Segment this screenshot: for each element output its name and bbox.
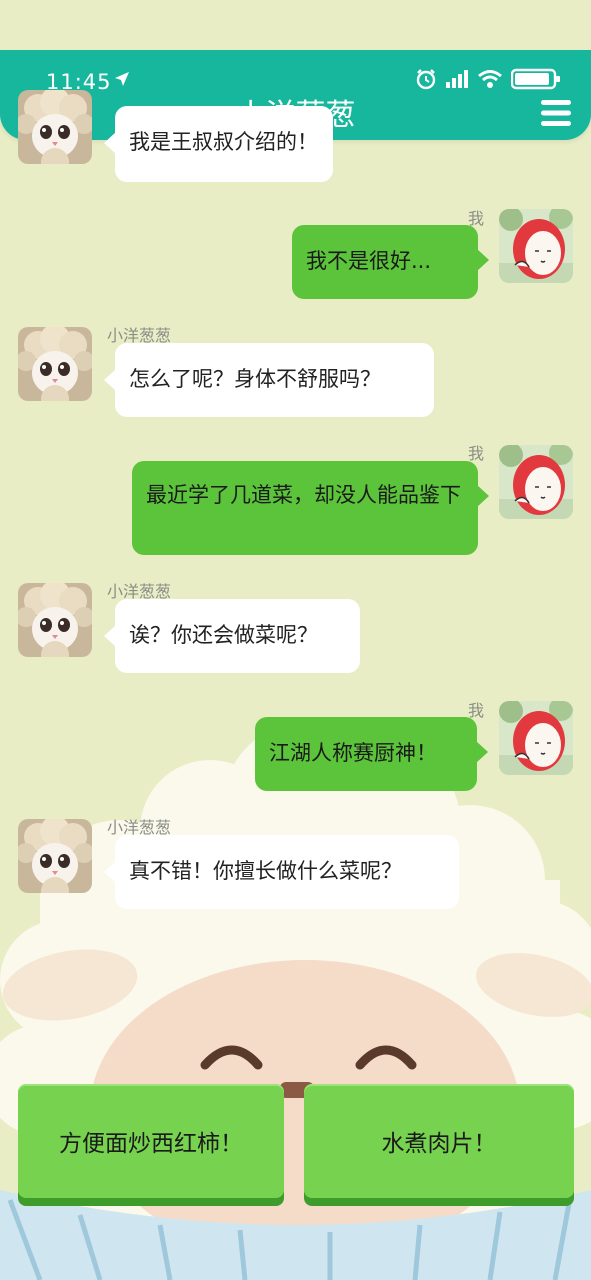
wifi-icon bbox=[478, 70, 502, 88]
my-avatar[interactable] bbox=[499, 701, 573, 775]
my-avatar[interactable] bbox=[499, 445, 573, 519]
reply-option-label: 方便面炒西红柿！ bbox=[59, 1131, 243, 1157]
message-text: 怎么了呢？身体不舒服吗？ bbox=[129, 367, 381, 391]
contact-avatar[interactable] bbox=[18, 90, 92, 164]
message-bubble-received: 真不错！你擅长做什么菜呢？ bbox=[104, 835, 459, 909]
message-bubble-received: 怎么了呢？身体不舒服吗？ bbox=[104, 343, 434, 417]
battery-icon bbox=[511, 68, 560, 90]
reply-option-button[interactable]: 水煮肉片！ bbox=[304, 1084, 574, 1198]
message-text: 诶？你还会做菜呢？ bbox=[129, 623, 318, 647]
message-text: 真不错！你擅长做什么菜呢？ bbox=[129, 859, 402, 883]
message-text: 最近学了几道菜，却没人能品鉴下 bbox=[146, 483, 461, 507]
message-bubble-sent: 江湖人称赛厨神！ bbox=[255, 717, 488, 791]
message-bubble-received: 我是王叔叔介绍的！ bbox=[104, 106, 333, 182]
status-icons bbox=[415, 68, 561, 90]
message-bubble-sent: 我不是很好... bbox=[292, 225, 489, 299]
message-bubble-received: 诶？你还会做菜呢？ bbox=[104, 599, 360, 673]
message-text: 我是王叔叔介绍的！ bbox=[129, 130, 318, 154]
location-arrow-icon bbox=[115, 72, 129, 86]
contact-avatar[interactable] bbox=[18, 819, 92, 893]
menu-icon[interactable] bbox=[539, 98, 573, 128]
alarm-icon bbox=[416, 69, 436, 90]
reply-option-button[interactable]: 方便面炒西红柿！ bbox=[18, 1084, 284, 1198]
sender-name: 我 bbox=[468, 444, 485, 463]
message-text: 我不是很好... bbox=[306, 249, 432, 273]
message-bubble-sent: 最近学了几道菜，却没人能品鉴下 bbox=[132, 461, 489, 555]
contact-avatar[interactable] bbox=[18, 583, 92, 657]
my-avatar[interactable] bbox=[499, 209, 573, 283]
reply-option-label: 水煮肉片！ bbox=[381, 1131, 497, 1157]
contact-avatar[interactable] bbox=[18, 327, 92, 401]
signal-icon bbox=[446, 70, 468, 88]
message-text: 江湖人称赛厨神！ bbox=[269, 741, 437, 765]
